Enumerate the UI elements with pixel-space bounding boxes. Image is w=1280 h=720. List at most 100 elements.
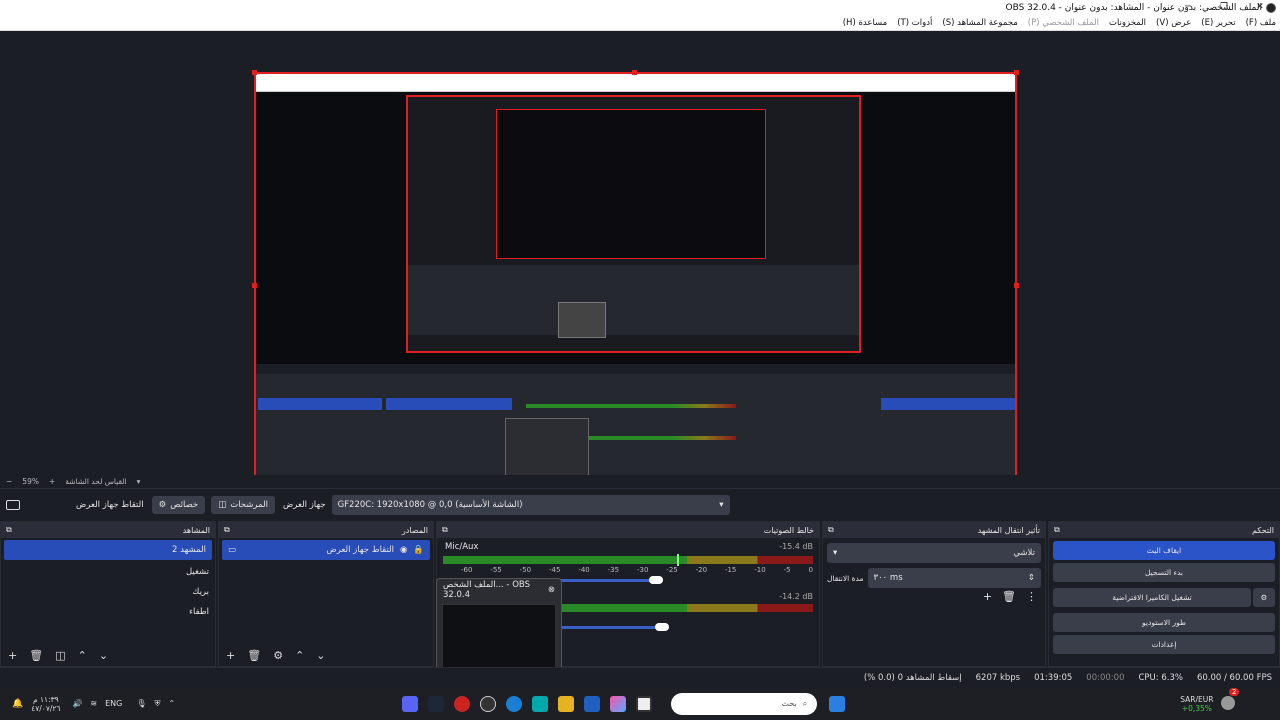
stream-time: 01:39:05: [1034, 672, 1073, 683]
profile-icon[interactable]: 2: [1221, 687, 1240, 712]
chevron-down-icon[interactable]: ⌄: [99, 649, 108, 662]
transition-actions: + 🗑 ⋮: [983, 590, 1037, 603]
resize-handle-r[interactable]: [1014, 283, 1019, 288]
scale-tick: -35: [607, 566, 620, 574]
more-icon[interactable]: ⋮: [1026, 590, 1037, 603]
discord-icon[interactable]: [402, 695, 419, 712]
dock-float-icon[interactable]: ⧉: [224, 525, 230, 535]
steam-icon[interactable]: [428, 695, 445, 712]
preview-canvas[interactable]: [254, 72, 1017, 502]
add-icon[interactable]: +: [983, 590, 992, 603]
menu-view[interactable]: عرض (V): [1156, 18, 1191, 28]
meter-scale: -60 -55 -50 -45 -40 -35 -30 -25 -20 -15 -10 -5 0: [461, 566, 813, 574]
scene-item[interactable]: اطفاء: [1, 602, 215, 622]
dock-float-icon[interactable]: ⧉: [442, 525, 448, 535]
scale-tick: -20: [695, 566, 708, 574]
obs-icon[interactable]: [480, 695, 497, 712]
fit-to-screen-label[interactable]: القياس لحد الشاشة: [65, 477, 126, 486]
chevron-down-icon: ▾: [833, 548, 838, 558]
start-recording-button[interactable]: بدء التسجيل: [1053, 563, 1275, 582]
menu-profile[interactable]: الملف الشخصي (P): [1028, 18, 1099, 28]
studio-mode-button[interactable]: طور الاستوديو: [1053, 613, 1275, 632]
display-select[interactable]: GF220C: 1920x1080 @ 0,0 (الشاشة الأساسية…: [331, 495, 730, 515]
windows-start-icon[interactable]: [829, 695, 846, 712]
transition-type-select[interactable]: تلاشي ▾: [827, 543, 1041, 563]
taskbar-preview-popup[interactable]: الملف الشخص... - OBS 32.0.4 ⊗: [436, 578, 562, 677]
trash-icon[interactable]: 🗑: [247, 649, 261, 662]
scale-tick: -45: [548, 566, 561, 574]
close-icon[interactable]: ✕: [1242, 0, 1278, 15]
filter-icon: ◫: [218, 500, 227, 510]
filter-icon[interactable]: ◫: [55, 649, 65, 662]
transitions-dock: تأثير انتقال المشهد ⧉ تلاشي ▾ مدة الانتق…: [822, 521, 1046, 667]
volume-slider-handle[interactable]: [655, 623, 669, 631]
menu-edit[interactable]: تحرير (E): [1201, 18, 1235, 28]
resize-handle-tl[interactable]: [252, 70, 257, 75]
wifi-icon[interactable]: ≋: [90, 699, 97, 708]
mic-icon[interactable]: 🎙: [136, 699, 146, 708]
minimize-icon[interactable]: ─: [1170, 0, 1206, 15]
close-icon[interactable]: ⊗: [548, 585, 555, 595]
lock-icon[interactable]: 🔒: [413, 545, 424, 555]
menu-help[interactable]: مساعدة (H): [843, 18, 887, 28]
scene-item[interactable]: المشهد 2: [4, 540, 212, 560]
app-icon[interactable]: [454, 695, 471, 712]
menu-file[interactable]: ملف (F): [1246, 18, 1276, 28]
dock-float-icon[interactable]: ⧉: [6, 525, 12, 535]
add-icon[interactable]: +: [8, 649, 17, 662]
stock-widget[interactable]: SAR/EUR +0,35%: [1180, 695, 1213, 713]
trash-icon[interactable]: 🗑: [1002, 590, 1016, 603]
chevron-up-icon[interactable]: ⌃: [295, 649, 304, 662]
menu-docks[interactable]: المخزونات: [1109, 18, 1146, 28]
edge-icon[interactable]: [532, 695, 549, 712]
filters-label: المرشحات: [230, 500, 268, 510]
stop-streaming-button[interactable]: ايقاف البث: [1053, 541, 1275, 560]
properties-button[interactable]: ⚙ خصائص: [151, 496, 206, 514]
eye-icon[interactable]: ◉: [400, 545, 407, 555]
copilot-icon[interactable]: [610, 695, 627, 712]
shield-icon[interactable]: ⛨: [155, 699, 161, 709]
browser-icon[interactable]: [506, 695, 523, 712]
chevron-down-icon[interactable]: ▾: [137, 477, 141, 486]
resize-handle-l[interactable]: [252, 283, 257, 288]
notification-icon[interactable]: 🔔: [12, 699, 23, 709]
taskbar-apps: [397, 695, 657, 712]
source-item[interactable]: ▭ التقاط جهاز العرض ◉ 🔒: [222, 540, 430, 560]
zoom-in-button[interactable]: +: [49, 477, 55, 486]
cpu-usage: CPU: 6.3%: [1138, 672, 1183, 683]
menu-scene-collection[interactable]: مجموعة المشاهد (S): [942, 18, 1017, 28]
add-icon[interactable]: +: [226, 649, 235, 662]
settings-button[interactable]: إعدادات: [1053, 635, 1275, 654]
language-indicator[interactable]: ENG: [105, 699, 122, 708]
dock-float-icon[interactable]: ⧉: [1054, 525, 1060, 535]
store-icon[interactable]: [584, 695, 601, 712]
preview-area[interactable]: [0, 31, 1280, 502]
gear-icon[interactable]: ⚙: [273, 649, 283, 662]
maximize-icon[interactable]: ❐: [1206, 0, 1242, 15]
display-select-value: GF220C: 1920x1080 @ 0,0 (الشاشة الأساسية…: [337, 500, 523, 510]
transition-type-value: تلاشي: [1013, 548, 1035, 558]
filters-button[interactable]: ◫ المرشحات: [211, 496, 275, 514]
display-label: جهاز العرض: [282, 500, 326, 510]
resize-handle-tr[interactable]: [1014, 70, 1019, 75]
virtual-camera-button[interactable]: تشغيل الكاميرا الافتراضية: [1053, 588, 1251, 607]
scene-item[interactable]: بريك: [1, 582, 215, 602]
clock[interactable]: ١١:٣٩ م ٤٧/٠٧/٢٦: [31, 695, 60, 713]
gear-icon[interactable]: ⚙: [1253, 588, 1275, 607]
chevron-down-icon[interactable]: ⌄: [316, 649, 325, 662]
chevron-up-icon[interactable]: ⌃: [169, 699, 176, 708]
menu-tools[interactable]: أدوات (T): [897, 18, 932, 28]
volume-icon[interactable]: 🔊: [72, 699, 82, 708]
resize-handle-t[interactable]: [632, 70, 637, 75]
chevron-up-icon[interactable]: ⌃: [78, 649, 87, 662]
taskbar-search[interactable]: بحث ⌕: [671, 692, 818, 715]
scale-tick: -30: [636, 566, 649, 574]
folder-icon[interactable]: [558, 695, 575, 712]
duration-spinbox[interactable]: ٣٠٠ ms ⇕: [867, 568, 1041, 588]
dock-float-icon[interactable]: ⧉: [828, 525, 834, 535]
volume-slider-handle[interactable]: [649, 576, 663, 584]
scene-item[interactable]: تشغيل: [1, 562, 215, 582]
trash-icon[interactable]: 🗑: [29, 649, 43, 662]
widget-icon[interactable]: [636, 695, 653, 712]
zoom-out-button[interactable]: −: [6, 477, 12, 486]
